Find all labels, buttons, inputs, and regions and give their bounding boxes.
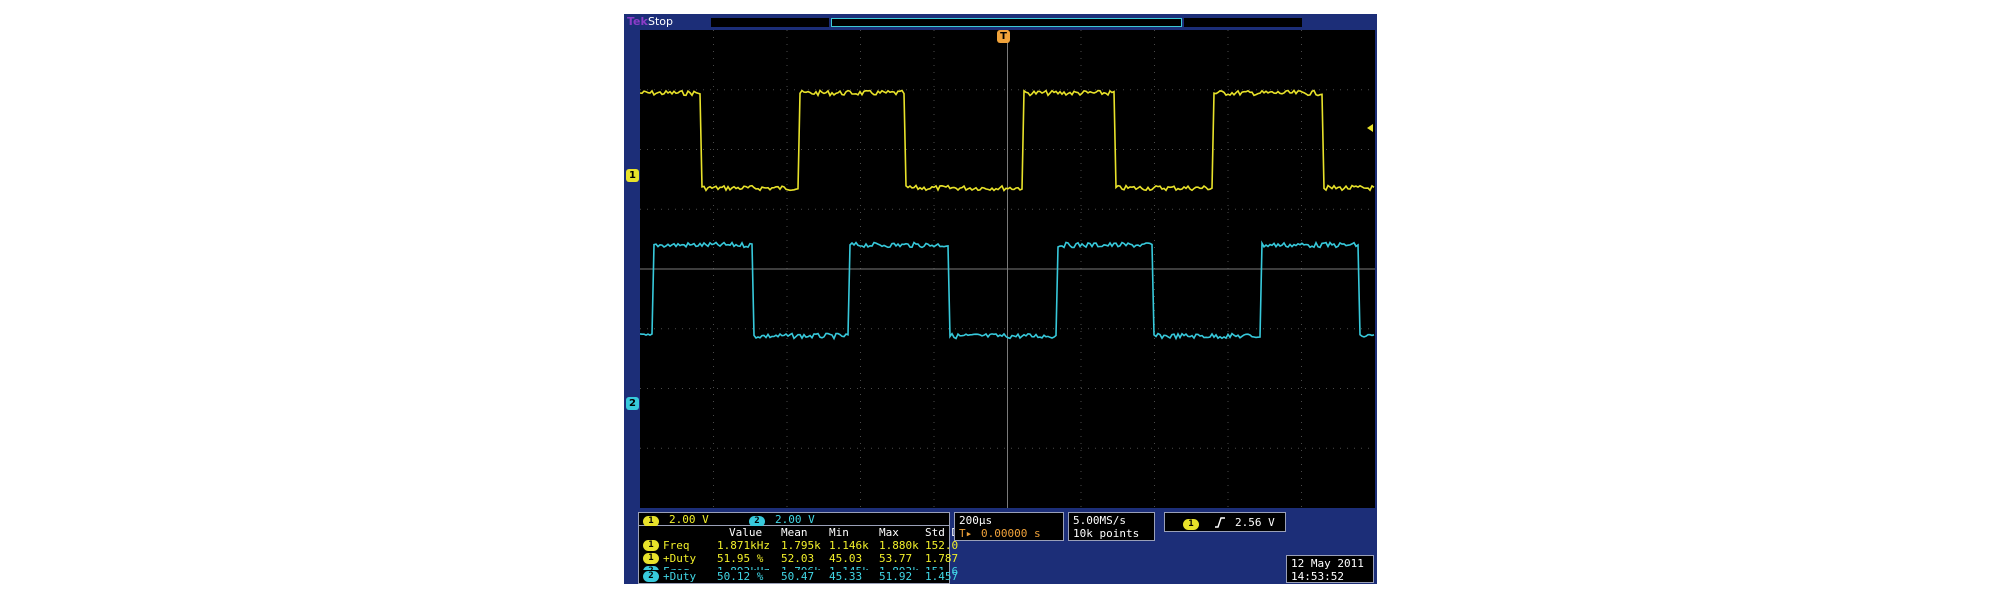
trigger-source-badge: 1 bbox=[1183, 518, 1199, 530]
ch2-scale: 2.00 V bbox=[775, 513, 815, 526]
date: 12 May 2011 bbox=[1291, 557, 1364, 570]
header-max: Max bbox=[879, 526, 899, 539]
oscilloscope-display: Tek Stop 1 2 T 1 2.00 V 2 2.00 V Value M… bbox=[624, 14, 1377, 584]
acquisition-state: Stop bbox=[648, 15, 674, 28]
ch2-ground-marker[interactable]: 2 bbox=[626, 397, 639, 410]
record-view-window[interactable] bbox=[831, 18, 1182, 27]
trigger-level-arrow-icon[interactable] bbox=[1367, 124, 1373, 132]
header-mean: Mean bbox=[781, 526, 808, 539]
center-axes bbox=[640, 30, 1375, 508]
time: 14:53:52 bbox=[1291, 570, 1344, 583]
record-bar-right bbox=[1184, 18, 1302, 27]
row-min: 1.146k bbox=[829, 539, 869, 552]
rising-edge-icon bbox=[1215, 517, 1225, 528]
row-mean: 52.03 bbox=[781, 552, 815, 565]
row-std: 1.457 bbox=[925, 570, 959, 583]
horizontal-scale: 200µs bbox=[959, 514, 993, 527]
trigger-level: 2.56 V bbox=[1235, 516, 1275, 529]
brand-label: Tek bbox=[627, 15, 648, 28]
row-mean: 50.47 bbox=[781, 570, 815, 583]
graticule[interactable] bbox=[639, 30, 1375, 508]
row-channel-badge: 1 bbox=[643, 553, 659, 564]
row-channel-badge: 2 bbox=[643, 571, 659, 582]
header-min: Min bbox=[829, 526, 849, 539]
row-mean: 1.795k bbox=[781, 539, 821, 552]
channel-scale-panel[interactable]: 1 2.00 V 2 2.00 V bbox=[638, 512, 950, 527]
acquisition-panel[interactable]: 5.00MS/s 10k points bbox=[1068, 512, 1155, 541]
row-max: 53.77 bbox=[879, 552, 913, 565]
row-name: +Duty bbox=[663, 570, 697, 583]
record-bar-left bbox=[711, 18, 829, 27]
ch2-badge: 2 bbox=[749, 515, 765, 527]
row-min: 45.33 bbox=[829, 570, 863, 583]
row-name: +Duty bbox=[663, 552, 697, 565]
row-std: 1.787 bbox=[925, 552, 959, 565]
row-max: 51.92 bbox=[879, 570, 913, 583]
trigger-position-marker[interactable]: T bbox=[997, 30, 1010, 43]
horizontal-position: 0.00000 s bbox=[981, 527, 1041, 540]
row-value: 1.871kHz bbox=[717, 539, 770, 552]
row-min: 45.03 bbox=[829, 552, 863, 565]
ch1-badge: 1 bbox=[643, 515, 659, 527]
row-value: 51.95 % bbox=[717, 552, 764, 565]
ch1-ground-marker[interactable]: 1 bbox=[626, 169, 639, 182]
waveform-svg bbox=[639, 30, 1375, 508]
header-value: Value bbox=[729, 526, 763, 539]
ch1-scale: 2.00 V bbox=[669, 513, 709, 526]
status-bar: Tek Stop bbox=[624, 14, 1377, 30]
trigger-panel[interactable]: 1 2.56 V bbox=[1164, 512, 1286, 532]
row-name: Freq bbox=[663, 539, 690, 552]
horizontal-panel[interactable]: 200µs T▸ 0.00000 s bbox=[954, 512, 1064, 541]
row-value: 50.12 % bbox=[717, 570, 764, 583]
row-max: 1.880k bbox=[879, 539, 919, 552]
datetime-panel: 12 May 2011 14:53:52 bbox=[1286, 555, 1374, 583]
measurement-panel-last-row[interactable]: 2 +Duty 50.12 % 50.47 45.33 51.92 1.457 bbox=[638, 570, 958, 584]
sample-rate: 5.00MS/s bbox=[1073, 514, 1126, 527]
trigger-position-icon: T▸ bbox=[959, 527, 973, 540]
row-channel-badge: 1 bbox=[643, 540, 659, 551]
record-length: 10k points bbox=[1073, 527, 1140, 540]
